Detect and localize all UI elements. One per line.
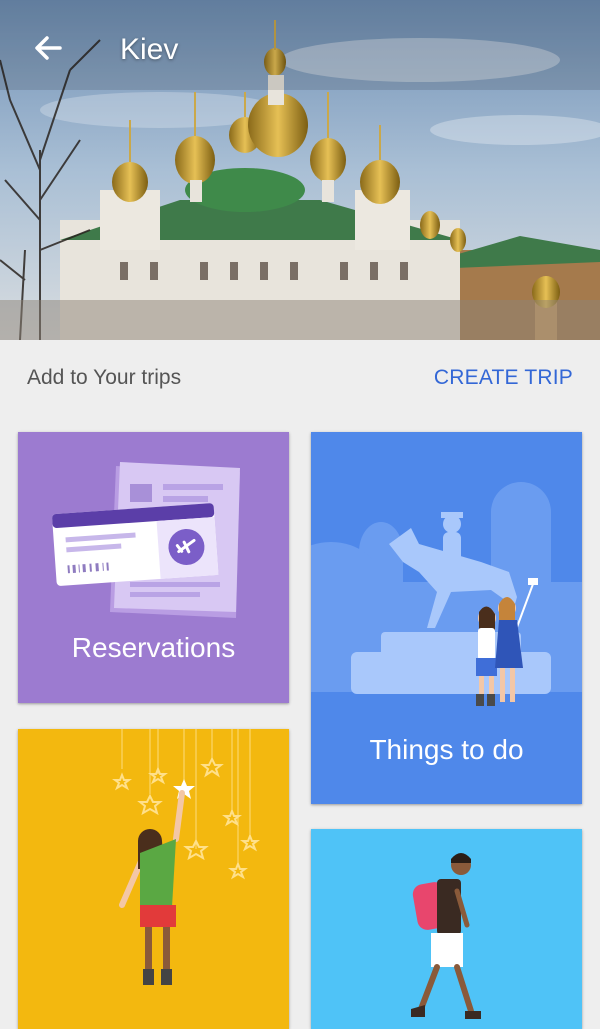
reservations-card[interactable]: Reservations <box>18 432 289 703</box>
arrow-back-icon <box>35 36 62 60</box>
trips-bar: Add to Your trips CREATE TRIP <box>0 340 600 424</box>
reservations-label: Reservations <box>71 632 236 663</box>
hiker-illustration <box>411 853 481 1019</box>
things-to-do-card[interactable]: Things to do <box>311 432 582 804</box>
page-title: Kiev <box>120 33 179 66</box>
add-to-trips-label: Add to Your trips <box>27 366 182 389</box>
things-to-do-label: Things to do <box>369 734 524 765</box>
hero-image <box>0 0 600 340</box>
create-trip-button[interactable]: CREATE TRIP <box>434 366 573 390</box>
walking-tours-card[interactable] <box>311 829 582 1029</box>
wishlist-card[interactable] <box>18 729 289 1029</box>
back-button[interactable] <box>28 28 68 68</box>
stars-illustration <box>112 729 260 985</box>
